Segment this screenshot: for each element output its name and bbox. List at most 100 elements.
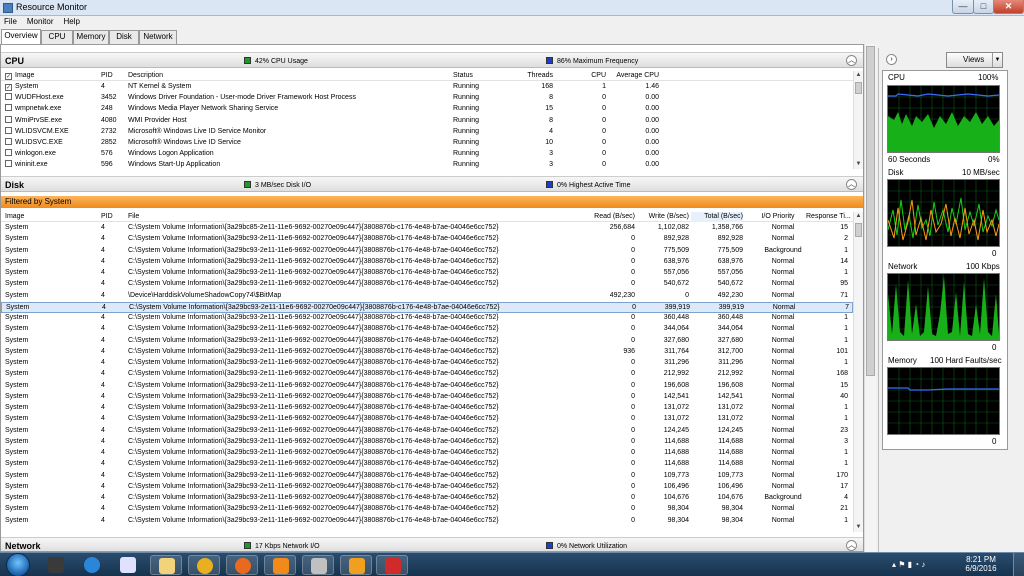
table-row[interactable]: System 4 \Device\HarddiskVolumeShadowCopy7… [1,291,853,302]
table-row[interactable]: System 4 C:\System Volume Information\{3a2… [1,437,853,448]
table-row[interactable]: System 4 C:\System Volume Information\{3a2… [1,414,853,425]
maximize-button[interactable]: □ [973,0,994,14]
scroll-down-arrow[interactable]: ▼ [855,524,862,531]
views-button[interactable]: Views ▼ [946,52,1003,68]
process-checkbox[interactable] [5,126,12,134]
file-explorer-taskbar-button[interactable] [150,555,182,575]
disk-section-header[interactable]: Disk 3 MB/sec Disk I/O 0% Highest Active… [1,176,863,192]
column-image[interactable]: Image [5,212,95,222]
table-row[interactable]: System 4 C:\System Volume Information\{3a2… [1,403,853,414]
table-row[interactable]: System 4 C:\System Volume Information\{3a2… [1,504,853,515]
menu-file[interactable]: File [0,16,21,26]
table-row[interactable]: System 4 C:\System Volume Information\{3a2… [1,381,853,392]
disk-collapse-button[interactable]: ︿ [846,179,857,190]
table-row[interactable]: WLIDSVCM.EXE 2732 Microsoft® Windows Live … [1,126,853,138]
network-collapse-button[interactable]: ︿ [846,540,857,551]
system-tray[interactable]: ▴ ⚑ ▮ ◔ ♪ [892,560,925,569]
table-row[interactable]: System 4 C:\System Volume Information\{3a2… [1,313,853,324]
disk-table-scrollbar[interactable]: ▲ ▼ [853,212,863,532]
tab-cpu[interactable]: CPU [41,30,73,44]
table-row[interactable]: WUDFHost.exe 3452 Windows Driver Foundatio… [1,93,853,104]
column-write[interactable]: Write (B/sec) [637,212,689,222]
scroll-down-arrow[interactable]: ▼ [855,161,862,168]
table-row[interactable]: WLIDSVC.EXE 2852 Microsoft® Windows Live I… [1,138,853,149]
table-row[interactable]: ✓ System 4 NT Kernel & System Running 168 1 1.4… [1,82,853,93]
minimize-button[interactable]: — [952,0,974,14]
table-row[interactable]: System 4 C:\System Volume Information\{3a2… [1,279,853,290]
table-row[interactable]: System 4 C:\System Volume Information\{3a2… [1,301,853,313]
filter-bar[interactable]: Filtered by System [1,196,863,208]
show-desktop-button[interactable] [1013,553,1024,576]
table-row[interactable]: System 4 C:\System Volume Information\{3a2… [1,347,853,358]
table-row[interactable]: System 4 C:\System Volume Information\{3a2… [1,471,853,482]
clock[interactable]: 8:21 PM 6/9/2016 [958,555,1004,573]
table-row[interactable]: WmiPrvSE.exe 4080 WMI Provider Host Running… [1,115,853,127]
table-row[interactable]: System 4 C:\System Volume Information\{3a2… [1,392,853,403]
menu-monitor[interactable]: Monitor [23,16,58,26]
table-row[interactable]: System 4 C:\System Volume Information\{3a2… [1,336,853,347]
process-checkbox[interactable] [5,138,12,145]
media-player-taskbar-button[interactable] [112,555,144,575]
select-all-checkbox[interactable]: ✓ [5,73,12,80]
table-row[interactable]: System 4 C:\System Volume Information\{3a2… [1,234,853,245]
network-tool-taskbar-button[interactable] [302,555,334,575]
table-row[interactable]: System 4 C:\System Volume Information\{3a2… [1,426,853,437]
column-average-cpu[interactable]: Average CPU [611,71,659,81]
scroll-up-arrow[interactable]: ▲ [855,213,862,220]
column-file[interactable]: File [128,212,428,222]
tab-overview[interactable]: Overview [1,29,41,44]
cpu-collapse-button[interactable]: ︿ [846,55,857,66]
column-pid[interactable]: PID [101,212,125,222]
column-pid[interactable]: PID [101,71,125,81]
table-row[interactable]: System 4 C:\System Volume Information\{3a2… [1,246,853,257]
table-row[interactable]: System 4 C:\System Volume Information\{3a2… [1,358,853,369]
process-checkbox[interactable] [5,160,12,168]
cpu-table-scrollbar[interactable]: ▲ ▼ [853,71,863,169]
table-row[interactable]: System 4 C:\System Volume Information\{3a2… [1,482,853,493]
table-row[interactable]: System 4 C:\System Volume Information\{3a2… [1,223,853,234]
table-row[interactable]: System 4 C:\System Volume Information\{3a2… [1,493,853,504]
column-cpu[interactable]: CPU [571,71,606,81]
table-row[interactable]: wmpnetwk.exe 248 Windows Media Player Netw… [1,104,853,115]
table-row[interactable]: System 4 C:\System Volume Information\{3a2… [1,459,853,470]
table-row[interactable]: wininit.exe 596 Windows Start-Up Applicati… [1,160,853,169]
table-row[interactable]: System 4 C:\System Volume Information\{3a2… [1,369,853,380]
scroll-thumb[interactable] [855,82,862,94]
process-checkbox[interactable] [5,149,12,157]
column-io-priority[interactable]: I/O Priority [753,212,803,222]
table-row[interactable]: System 4 C:\System Volume Information\{3a2… [1,448,853,459]
tab-disk[interactable]: Disk [109,30,139,44]
word-taskbar-button[interactable] [264,555,296,575]
table-row[interactable]: System 4 C:\System Volume Information\{3a2… [1,324,853,335]
start-button[interactable] [6,553,30,576]
toolbox-taskbar-button[interactable] [376,555,408,575]
column-response-time[interactable]: Response Ti... [806,212,853,222]
column-status[interactable]: Status [453,71,503,81]
scroll-up-arrow[interactable]: ▲ [855,72,862,79]
column-description[interactable]: Description [128,71,428,81]
process-checkbox[interactable]: ✓ [5,84,12,91]
column-total[interactable]: Total (B/sec) [691,212,743,222]
internet-explorer-taskbar-button[interactable] [76,555,108,575]
column-threads[interactable]: Threads [511,71,553,81]
column-image[interactable]: ✓ Image [5,71,95,81]
close-button[interactable]: ✕ [993,0,1024,14]
main-scrollbar[interactable] [864,44,876,552]
process-checkbox[interactable] [5,115,12,123]
tab-memory[interactable]: Memory [73,30,109,44]
table-row[interactable]: winlogon.exe 576 Windows Logon Application… [1,149,853,160]
table-row[interactable]: System 4 C:\System Volume Information\{3a2… [1,257,853,268]
main-scroll-thumb[interactable] [866,46,875,376]
chrome-taskbar-button[interactable] [188,555,220,575]
outlook-taskbar-button[interactable] [340,555,372,575]
scroll-thumb[interactable] [855,223,862,237]
tab-network[interactable]: Network [139,30,177,44]
table-row[interactable]: System 4 C:\System Volume Information\{3a2… [1,516,853,527]
network-section-header[interactable]: Network 17 Kbps Network I/O 0% Network U… [1,537,863,551]
firefox-taskbar-button[interactable] [226,555,258,575]
calculator-taskbar-button[interactable] [40,555,72,575]
column-read[interactable]: Read (B/sec) [579,212,635,222]
process-checkbox[interactable] [5,104,12,112]
menu-help[interactable]: Help [59,16,83,26]
process-checkbox[interactable] [5,93,12,101]
